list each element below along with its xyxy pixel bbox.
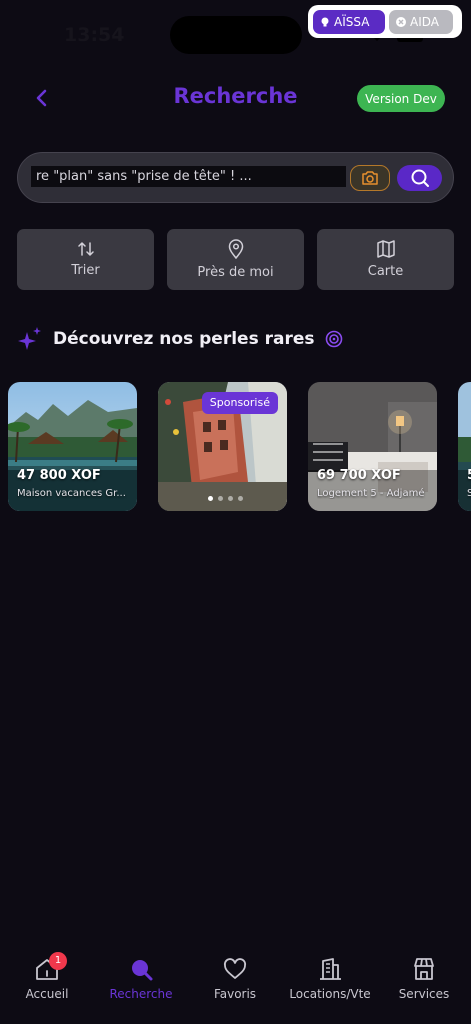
- nav-item-services[interactable]: Services: [396, 956, 452, 1001]
- nav-item-search[interactable]: Recherche: [106, 956, 176, 1001]
- dev-user-switcher: AÏSSA AIDA: [308, 5, 462, 38]
- search-bar: re "plan" sans "prise de tête" ! ...: [17, 152, 454, 203]
- camera-search-button[interactable]: [350, 165, 390, 191]
- photo-pagination: [208, 496, 243, 501]
- user-pill-aissa-label: AÏSSA: [334, 14, 370, 29]
- nav-label-favorites: Favoris: [213, 987, 257, 1001]
- nav-label-rentals: Locations/Vte: [289, 987, 371, 1001]
- heart-icon: [223, 958, 247, 979]
- nav-item-home[interactable]: 1 Accueil: [22, 952, 72, 1001]
- search-input[interactable]: re "plan" sans "prise de tête" ! ...: [31, 166, 346, 187]
- map-button-label: Carte: [367, 264, 404, 279]
- pagination-dot[interactable]: [208, 496, 213, 501]
- sort-arrows-icon: [77, 242, 94, 256]
- nav-label-services: Services: [398, 987, 450, 1001]
- notification-badge: 1: [49, 952, 67, 970]
- nav-label-home: Accueil: [25, 987, 69, 1001]
- user-pill-aida[interactable]: AIDA: [389, 9, 453, 34]
- bulb-icon: [321, 17, 329, 26]
- search-screen: 13:54 AÏSSA AIDA Recherche Version Dev r…: [0, 0, 471, 1024]
- search-button[interactable]: [397, 165, 442, 191]
- search-icon: [411, 169, 429, 187]
- listing-card[interactable]: 69 700 XOF Logement 5 - Adjamé: [308, 382, 437, 511]
- location-pin-icon: [228, 239, 243, 259]
- building-icon: [320, 958, 341, 980]
- bottom-navigation: 1 Accueil Recherche Favoris Locations/Vt…: [0, 950, 471, 1024]
- listing-price: 69 700 XOF: [317, 468, 401, 483]
- listing-card-sponsored[interactable]: Sponsorisé: [158, 382, 287, 511]
- listing-card[interactable]: 47 800 XOF Maison vacances Gr...: [8, 382, 137, 511]
- pagination-dot[interactable]: [218, 496, 223, 501]
- near-me-button-label: Près de moi: [197, 265, 274, 280]
- listing-price: 5: [467, 468, 471, 483]
- sort-button-label: Trier: [71, 263, 100, 278]
- nav-item-rentals[interactable]: Locations/Vte: [286, 956, 374, 1001]
- listing-name: Maison vacances Gr...: [17, 488, 126, 499]
- camera-icon: [362, 171, 378, 185]
- dynamic-island: [170, 16, 302, 54]
- sponsored-badge: Sponsorisé: [201, 392, 278, 414]
- map-button[interactable]: Carte: [317, 229, 454, 290]
- nav-item-favorites[interactable]: Favoris: [210, 956, 260, 1001]
- rare-gems-section-header: Découvrez nos perles rares: [17, 326, 343, 352]
- listing-name: Logement 5 - Adjamé: [317, 488, 425, 499]
- near-me-button[interactable]: Près de moi: [167, 229, 304, 290]
- nav-label-search: Recherche: [109, 987, 173, 1001]
- listing-card[interactable]: 5 S: [458, 382, 471, 511]
- listing-price: 47 800 XOF: [17, 468, 101, 483]
- search-icon: [132, 960, 153, 981]
- close-circle-icon: [396, 16, 406, 27]
- user-pill-aida-label: AIDA: [410, 14, 439, 29]
- version-badge: Version Dev: [357, 85, 445, 112]
- map-icon: [376, 240, 395, 258]
- section-title: Découvrez nos perles rares: [53, 329, 315, 349]
- status-time: 13:54: [64, 24, 125, 46]
- sort-button[interactable]: Trier: [17, 229, 154, 290]
- sparkles-icon: [18, 327, 41, 350]
- pagination-dot[interactable]: [238, 496, 243, 501]
- store-icon: [414, 958, 434, 980]
- user-pill-aissa[interactable]: AÏSSA: [313, 9, 385, 34]
- listing-name: S: [467, 488, 471, 499]
- target-icon: [325, 330, 342, 348]
- pagination-dot[interactable]: [228, 496, 233, 501]
